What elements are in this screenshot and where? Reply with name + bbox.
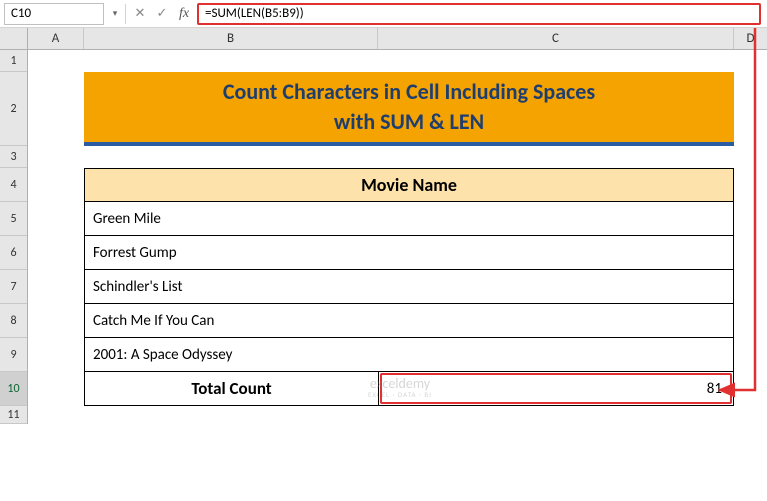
movie-cell: Schindler's List — [93, 278, 183, 296]
total-label-cell[interactable]: Total Count — [85, 372, 379, 405]
formula-input[interactable]: =SUM(LEN(B5:B9)) — [197, 3, 761, 25]
movie-cell: 2001: A Space Odyssey — [93, 346, 232, 364]
row-header-1[interactable]: 1 — [0, 50, 27, 72]
total-value-cell[interactable]: 81 — [380, 373, 732, 404]
row-header-10[interactable]: 10 — [0, 372, 27, 406]
col-header-b[interactable]: B — [84, 28, 378, 49]
grid-body: 1 2 3 4 5 6 7 8 9 10 11 Count Characters… — [0, 50, 767, 424]
divider — [125, 4, 126, 24]
formula-bar: C10 ▾ ✕ ✓ fx =SUM(LEN(B5:B9)) — [0, 0, 767, 28]
total-value: 81 — [707, 380, 722, 398]
name-box[interactable]: C10 — [4, 3, 104, 25]
row-header-4[interactable]: 4 — [0, 168, 27, 202]
confirm-icon[interactable]: ✓ — [151, 3, 173, 25]
movie-cell: Forrest Gump — [93, 244, 177, 262]
table-row[interactable]: Forrest Gump — [84, 236, 734, 270]
cancel-icon[interactable]: ✕ — [129, 3, 151, 25]
table-header: Movie Name — [84, 168, 734, 202]
row-header-9[interactable]: 9 — [0, 338, 27, 372]
row-headers: 1 2 3 4 5 6 7 8 9 10 11 — [0, 50, 28, 424]
row-header-5[interactable]: 5 — [0, 202, 27, 236]
table-row[interactable]: Green Mile — [84, 202, 734, 236]
formula-text: =SUM(LEN(B5:B9)) — [205, 6, 304, 21]
col-header-c[interactable]: C — [378, 28, 734, 49]
row-header-3[interactable]: 3 — [0, 146, 27, 168]
row-header-6[interactable]: 6 — [0, 236, 27, 270]
name-box-value: C10 — [11, 6, 31, 21]
total-row: Total Count 81 — [84, 372, 734, 406]
row-header-11[interactable]: 11 — [0, 406, 27, 424]
movie-cell: Green Mile — [93, 210, 161, 228]
row-header-7[interactable]: 7 — [0, 270, 27, 304]
cell-area[interactable]: Count Characters in Cell Including Space… — [28, 50, 767, 424]
fx-icon[interactable]: fx — [173, 3, 195, 25]
table-row[interactable]: 2001: A Space Odyssey — [84, 338, 734, 372]
column-headers: A B C D — [0, 28, 767, 50]
col-header-d[interactable]: D — [734, 28, 767, 49]
table-row[interactable]: Schindler's List — [84, 270, 734, 304]
name-box-dropdown-icon[interactable]: ▾ — [108, 8, 122, 19]
movie-cell: Catch Me If You Can — [93, 312, 214, 330]
select-all-corner[interactable] — [0, 28, 28, 49]
table-row[interactable]: Catch Me If You Can — [84, 304, 734, 338]
col-header-a[interactable]: A — [28, 28, 84, 49]
row-header-8[interactable]: 8 — [0, 304, 27, 338]
row-header-2[interactable]: 2 — [0, 72, 27, 146]
total-label: Total Count — [191, 378, 271, 399]
title-banner: Count Characters in Cell Including Space… — [84, 72, 734, 146]
title-line2: with SUM & LEN — [334, 107, 484, 137]
table-header-label: Movie Name — [361, 174, 457, 196]
title-line1: Count Characters in Cell Including Space… — [223, 77, 595, 107]
